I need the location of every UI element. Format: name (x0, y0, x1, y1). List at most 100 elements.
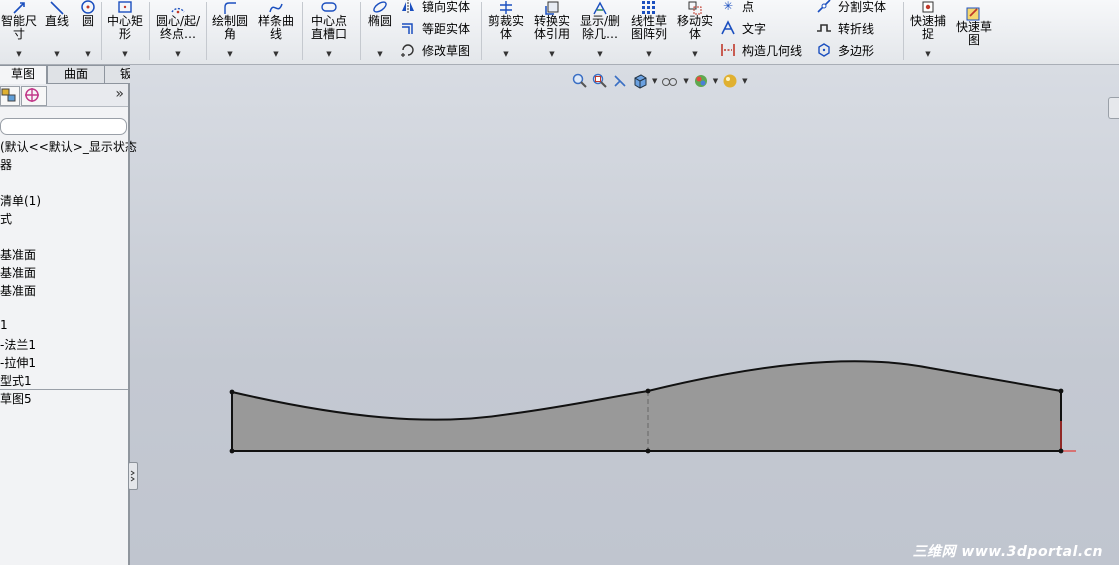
convert-entities-button[interactable]: 转换实 体引用 ▼ (530, 0, 574, 64)
expand-panel-button[interactable]: » (115, 86, 124, 102)
chevron-down-icon[interactable]: ▼ (626, 48, 672, 61)
tab-sketch[interactable]: 草图 (0, 65, 47, 85)
tree-item-right-plane[interactable]: 基准面 (0, 282, 36, 299)
dimxpert-manager-tab[interactable] (21, 86, 47, 106)
slot-button[interactable]: 中心点 直槽口 ▼ (306, 0, 352, 64)
tree-item-sketch5[interactable]: 草图5 (0, 390, 32, 407)
sketch-point[interactable] (645, 388, 651, 394)
graphics-area[interactable] (130, 65, 1119, 565)
split-label: 分割实体 (838, 0, 887, 14)
tab-surfaces[interactable]: 曲面 (47, 65, 105, 84)
previous-view-icon[interactable] (612, 73, 628, 89)
modify-sketch-button[interactable]: 修改草图 (400, 40, 470, 60)
chevron-down-icon[interactable]: ▼ (104, 48, 146, 61)
display-delete-relations-button[interactable]: 显示/删 除几… ▼ (576, 0, 624, 64)
sketch-fillet-label: 绘制圆 角 (211, 14, 248, 41)
tree-item-sheet-metal[interactable]: 1 (0, 318, 8, 332)
chevron-down-icon[interactable]: ▼ (76, 48, 100, 61)
text-button[interactable]: 文字 (720, 18, 766, 38)
sketch-fillet-button[interactable]: 绘制圆 角 ▼ (208, 0, 252, 64)
chevron-down-icon[interactable]: ▼ (713, 77, 718, 85)
tree-item-flat-pattern[interactable]: 型式1 (0, 372, 32, 389)
chevron-down-icon[interactable]: ▼ (152, 48, 204, 61)
slot-label: 中心点 直槽口 (310, 14, 347, 41)
construction-geometry-button[interactable]: 构造几何线 (720, 40, 802, 60)
chevron-down-icon[interactable]: ▼ (683, 77, 688, 85)
jog-line-button[interactable]: 转折线 (816, 18, 874, 38)
sketch-view (229, 360, 1076, 454)
chevron-down-icon[interactable]: ▼ (576, 48, 624, 61)
separator (903, 2, 904, 60)
configuration-icon (1, 88, 16, 102)
sketch-profile[interactable] (231, 360, 1062, 452)
tree-item-front-plane[interactable]: 基准面 (0, 246, 36, 263)
chevron-down-icon[interactable]: ▼ (40, 48, 74, 61)
smart-dimension-button[interactable]: 智能尺 寸 ▼ (0, 0, 38, 64)
hide-show-items-icon[interactable] (693, 73, 709, 89)
tree-item-cut-list[interactable]: 清单(1) (0, 192, 41, 209)
sketch-point[interactable] (645, 448, 651, 454)
polygon-button[interactable]: 多边形 (816, 40, 874, 60)
filter-input[interactable] (0, 118, 127, 135)
display-delete-label: 显示/删 除几… (579, 14, 621, 41)
split-entities-button[interactable]: 分割实体 (816, 0, 886, 16)
chevron-down-icon[interactable]: ▼ (0, 48, 38, 61)
chevron-down-icon[interactable]: ▼ (306, 48, 352, 61)
tree-item-top-plane[interactable]: 基准面 (0, 264, 36, 281)
spline-button[interactable]: 样条曲 线 ▼ (254, 0, 298, 64)
arc-button[interactable]: 圆心/起/ 终点… ▼ (152, 0, 204, 64)
line-button[interactable]: 直线 ▼ (40, 0, 74, 64)
chevron-down-icon[interactable]: ▼ (364, 48, 396, 61)
view-orientation-icon[interactable] (632, 73, 648, 89)
sketch-point[interactable] (229, 448, 235, 454)
chevron-down-icon[interactable]: ▼ (208, 48, 252, 61)
text-label: 文字 (742, 21, 767, 36)
split-icon (817, 0, 831, 13)
separator (360, 2, 361, 60)
chevron-down-icon[interactable]: ▼ (530, 48, 574, 61)
sketch-point[interactable] (229, 389, 235, 395)
configuration-manager-tab[interactable] (0, 86, 20, 106)
sketch-point[interactable] (1058, 388, 1064, 394)
zoom-to-fit-icon[interactable] (572, 73, 588, 89)
chevron-down-icon[interactable]: ▼ (254, 48, 298, 61)
move-label: 移动实 体 (676, 14, 713, 41)
sketch-point[interactable] (1058, 448, 1064, 454)
panel-tab-bar: » (0, 84, 128, 107)
ellipse-label: 椭圆 (367, 14, 392, 28)
zoom-to-area-icon[interactable] (592, 73, 608, 89)
heads-up-view-toolbar: ▼ ▼ ▼ ▼ (572, 72, 748, 90)
convert-label: 转换实 体引用 (533, 14, 570, 41)
chevron-down-icon[interactable]: ▼ (484, 48, 528, 61)
tree-item-material[interactable]: 式 (0, 210, 12, 227)
tree-item-configuration[interactable]: (默认<<默认>_显示状态 (0, 138, 137, 155)
point-button[interactable]: ✳ 点 (720, 0, 754, 16)
display-style-icon[interactable] (661, 73, 679, 89)
tree-item-sensors[interactable]: 器 (0, 156, 12, 173)
tree-item-base-flange[interactable]: -法兰1 (0, 336, 36, 353)
jog-line-icon (817, 24, 831, 32)
appearance-sphere-icon[interactable] (722, 73, 738, 89)
panel-splitter[interactable] (128, 84, 130, 565)
ellipse-button[interactable]: 椭圆 ▼ (364, 0, 396, 64)
center-rectangle-button[interactable]: 中心矩 形 ▼ (104, 0, 146, 64)
rapid-sketch-button[interactable]: 快速草 图 (952, 0, 996, 64)
chevron-down-icon[interactable]: ▼ (674, 48, 716, 61)
chevron-down-icon[interactable]: ▼ (906, 48, 950, 61)
quick-snaps-button[interactable]: 快速捕 捉 ▼ (906, 0, 950, 64)
arc-label: 圆心/起/ 终点… (155, 14, 201, 41)
move-entities-button[interactable]: 移动实 体 ▼ (674, 0, 716, 64)
task-pane-tab[interactable] (1108, 97, 1119, 119)
feature-manager-panel: » (默认<<默认>_显示状态 器 清单(1) 式 基准面 基准面 基准面 1 … (0, 84, 137, 565)
tree-item-extrude[interactable]: -拉伸1 (0, 354, 36, 371)
circle-button[interactable]: 圆 ▼ (76, 0, 100, 64)
chevron-down-icon[interactable]: ▼ (652, 77, 657, 85)
linear-pattern-button[interactable]: 线性草 图阵列 ▼ (626, 0, 672, 64)
offset-entities-button[interactable]: 等距实体 (400, 18, 470, 38)
offset-icon (402, 23, 413, 34)
mirror-entities-button[interactable]: 镜向实体 (400, 0, 470, 16)
trim-entities-button[interactable]: 剪裁实 体 ▼ (484, 0, 528, 64)
quick-snaps-label: 快速捕 捉 (909, 14, 946, 41)
chevron-down-icon[interactable]: ▼ (742, 77, 747, 85)
panel-collapse-handle[interactable] (128, 462, 138, 490)
